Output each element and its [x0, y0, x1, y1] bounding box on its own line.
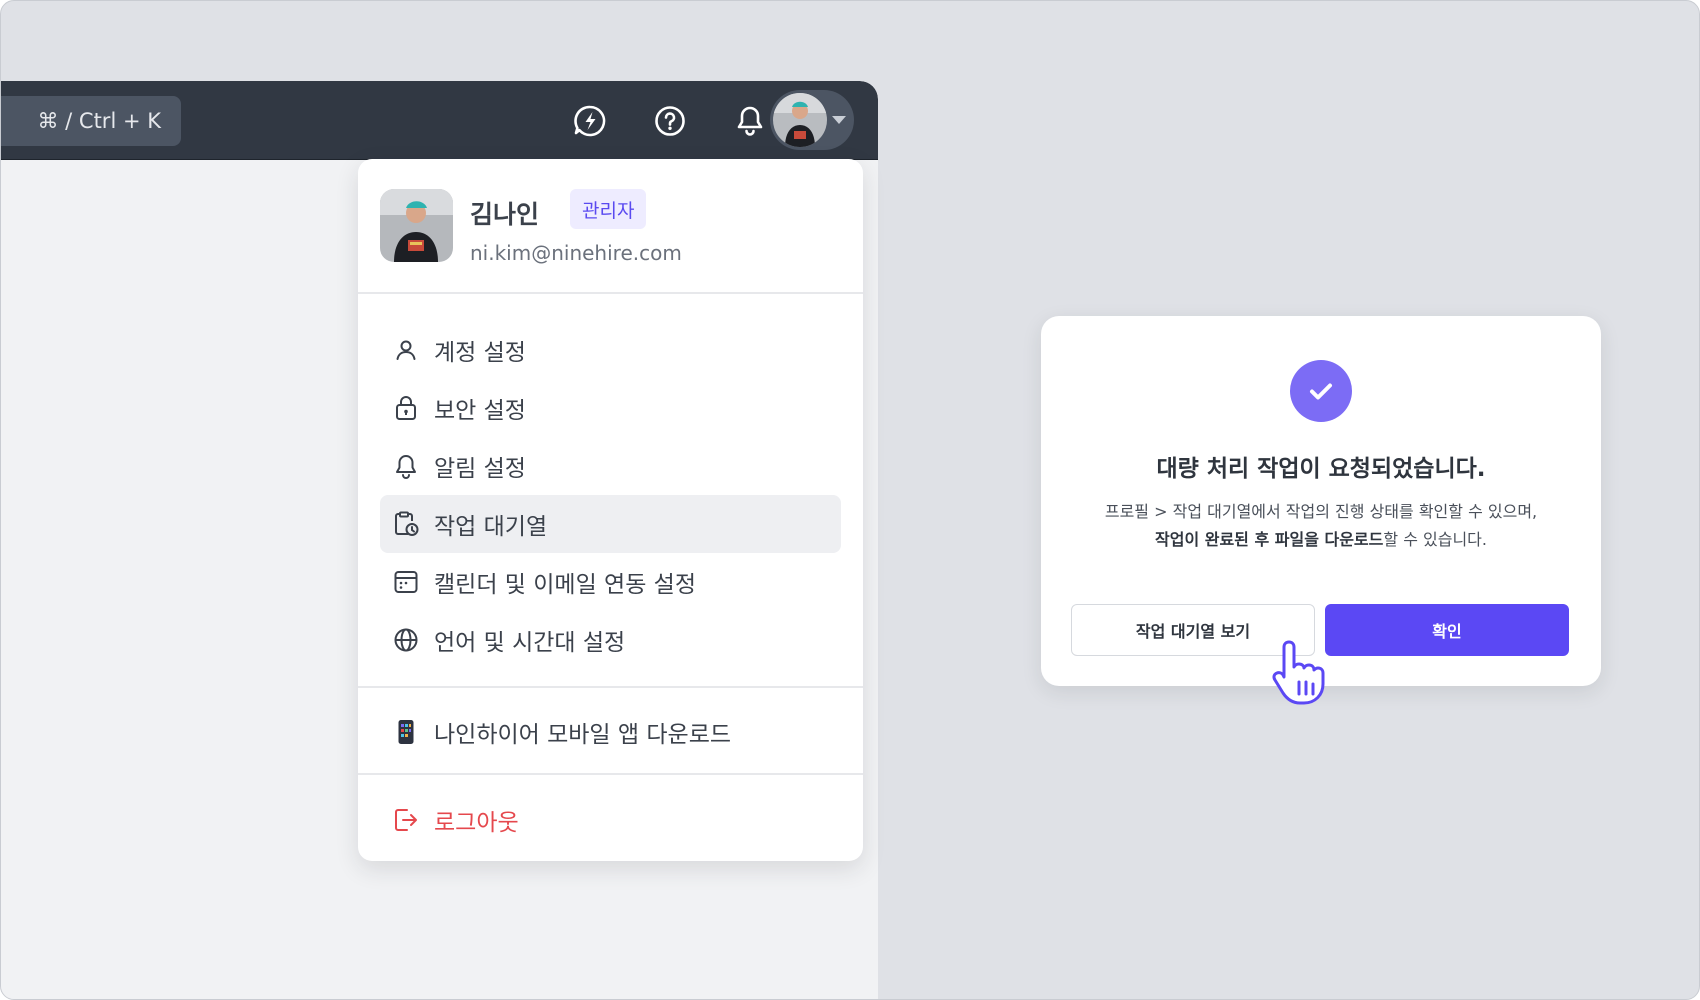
chat-bolt-icon[interactable]: [572, 103, 608, 139]
menu-item-calendar-email-settings[interactable]: 캘린더 및 이메일 연동 설정: [380, 553, 841, 611]
menu-item-label: 캘린더 및 이메일 연동 설정: [434, 572, 697, 598]
user-icon: [392, 336, 420, 364]
hand-pointer-cursor-icon: [1271, 636, 1331, 706]
bell-icon[interactable]: [732, 103, 768, 139]
menu-divider: [358, 686, 863, 688]
profile-menu-button[interactable]: [770, 90, 854, 150]
globe-icon: [392, 626, 420, 654]
bell-icon: [392, 452, 420, 480]
menu-item-label: 언어 및 시간대 설정: [434, 630, 626, 656]
menu-item-task-queue[interactable]: 작업 대기열: [380, 495, 841, 553]
lock-icon: [392, 394, 420, 422]
menu-item-notification-settings[interactable]: 알림 설정: [380, 437, 841, 495]
command-search-button[interactable]: ⌘ / Ctrl + K: [1, 96, 181, 146]
calendar-icon: [392, 568, 420, 596]
profile-avatar: [380, 189, 453, 262]
menu-item-label: 알림 설정: [434, 456, 526, 482]
profile-dropdown-menu: 김나인 관리자 ni.kim@ninehire.com 계정 설정 보안 설정 …: [358, 159, 863, 861]
menu-item-mobile-app-download[interactable]: 나인하이어 모바일 앱 다운로드: [380, 703, 841, 761]
menu-divider: [358, 292, 863, 294]
chevron-down-icon: [832, 116, 846, 124]
avatar: [773, 93, 827, 147]
menu-divider: [358, 773, 863, 775]
dialog-title: 대량 처리 작업이 요청되었습니다.: [1156, 456, 1486, 482]
menu-item-logout[interactable]: 로그아웃: [380, 791, 841, 849]
menu-item-language-timezone-settings[interactable]: 언어 및 시간대 설정: [380, 611, 841, 669]
dialog-description: 프로필 > 작업 대기열에서 작업의 진행 상태를 확인할 수 있으며, 작업이…: [1061, 498, 1581, 554]
profile-header: 김나인 관리자 ni.kim@ninehire.com: [380, 189, 841, 265]
background-canvas: ⌘ / Ctrl + K 김나인 관리자 ni.kim@ninehire.com…: [0, 0, 1700, 1000]
menu-item-label: 보안 설정: [434, 398, 526, 424]
profile-email: ni.kim@ninehire.com: [470, 241, 682, 265]
confirm-button[interactable]: 확인: [1325, 604, 1569, 656]
menu-item-label: 계정 설정: [434, 340, 526, 366]
help-icon[interactable]: [652, 103, 688, 139]
menu-item-account-settings[interactable]: 계정 설정: [380, 321, 841, 379]
dialog-description-line1: 프로필 > 작업 대기열에서 작업의 진행 상태를 확인할 수 있으며,: [1104, 502, 1538, 521]
confirmation-dialog: 대량 처리 작업이 요청되었습니다. 프로필 > 작업 대기열에서 작업의 진행…: [1041, 316, 1601, 686]
profile-name: 김나인: [470, 200, 540, 229]
menu-item-security-settings[interactable]: 보안 설정: [380, 379, 841, 437]
dialog-description-tail: 할 수 있습니다.: [1383, 530, 1487, 549]
dialog-description-emphasis: 작업이 완료된 후 파일을 다운로드: [1155, 530, 1384, 549]
menu-item-label: 로그아웃: [434, 810, 519, 836]
role-badge: 관리자: [570, 189, 647, 229]
logout-icon: [392, 806, 420, 834]
check-circle-icon: [1290, 360, 1352, 422]
menu-item-label: 나인하이어 모바일 앱 다운로드: [434, 722, 732, 748]
dialog-description-line2: 작업이 완료된 후 파일을 다운로드할 수 있습니다.: [1061, 526, 1581, 554]
menu-item-label: 작업 대기열: [434, 514, 548, 540]
mobile-app-icon: [392, 718, 420, 746]
clipboard-clock-icon: [392, 510, 420, 538]
search-shortcut-label: ⌘ / Ctrl + K: [37, 109, 161, 133]
top-navigation-bar: ⌘ / Ctrl + K: [1, 81, 878, 160]
